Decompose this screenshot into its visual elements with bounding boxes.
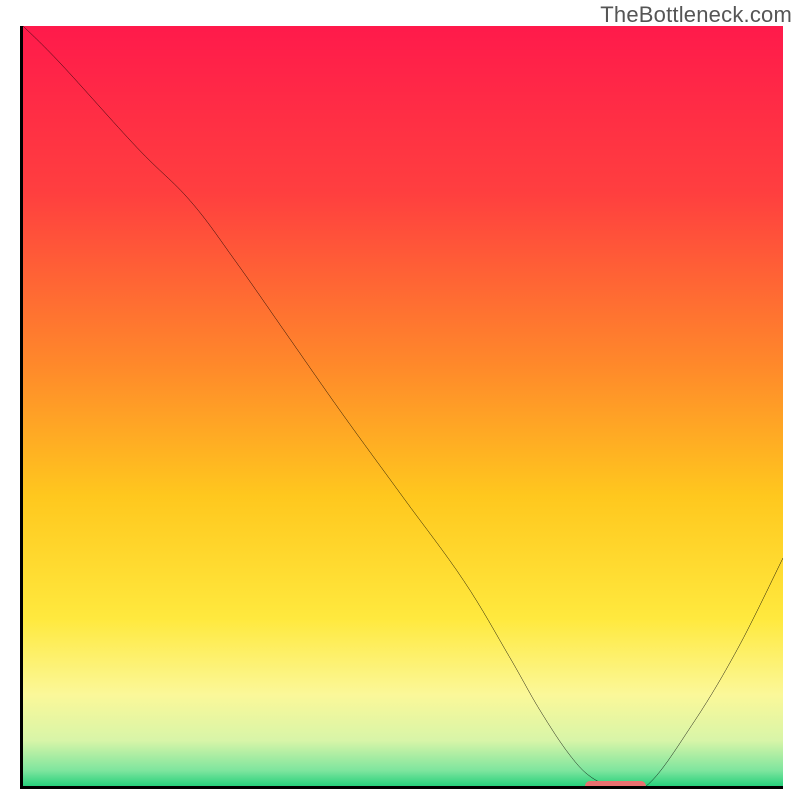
- bottleneck-curve: [23, 26, 783, 786]
- plot-area: [20, 26, 783, 789]
- watermark-text: TheBottleneck.com: [600, 2, 792, 28]
- curve-path: [23, 26, 783, 786]
- chart-container: TheBottleneck.com: [0, 0, 800, 800]
- optimal-range-marker: [585, 781, 646, 789]
